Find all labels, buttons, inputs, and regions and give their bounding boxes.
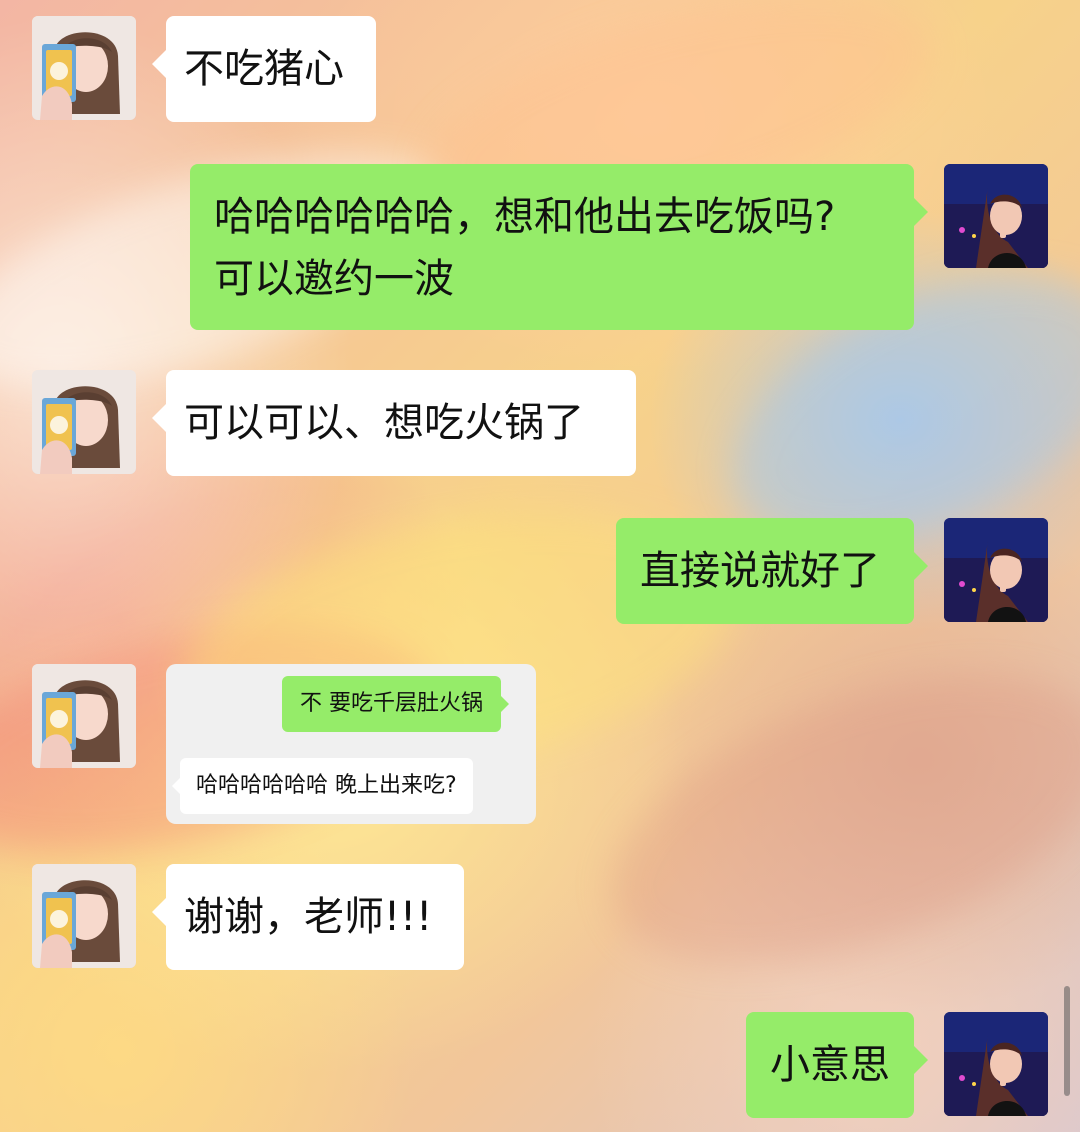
message-text-line-2: 可以邀约一波 xyxy=(214,256,454,302)
self-avatar[interactable] xyxy=(944,164,1048,268)
message-row: 不吃猪心 xyxy=(0,16,1080,124)
woman-avatar-icon xyxy=(944,1012,1048,1116)
girl-avatar-icon xyxy=(32,864,136,968)
self-avatar[interactable] xyxy=(944,518,1048,622)
message-text-line-1: 哈哈哈哈哈哈，想和他出去吃饭吗? xyxy=(214,194,836,240)
message-text: 小意思 xyxy=(770,1042,890,1088)
message-text: 不吃猪心 xyxy=(184,46,344,92)
self-avatar[interactable] xyxy=(944,1012,1048,1116)
incoming-message-bubble[interactable]: 谢谢，老师!!! xyxy=(152,864,464,970)
outgoing-message-bubble[interactable]: 小意思 xyxy=(746,1012,928,1118)
contact-avatar[interactable] xyxy=(32,370,136,474)
embedded-incoming-bubble: 哈哈哈哈哈哈 晚上出来吃? xyxy=(172,758,473,814)
incoming-message-bubble[interactable]: 不吃猪心 xyxy=(152,16,376,122)
message-row: 小意思 xyxy=(0,1012,1080,1118)
contact-avatar[interactable] xyxy=(32,864,136,968)
woman-avatar-icon xyxy=(944,518,1048,622)
contact-avatar[interactable] xyxy=(32,16,136,120)
girl-avatar-icon xyxy=(32,16,136,120)
incoming-message-bubble[interactable]: 可以可以、想吃火锅了 xyxy=(152,370,636,476)
woman-avatar-icon xyxy=(944,164,1048,268)
message-row: 哈哈哈哈哈哈，想和他出去吃饭吗? 可以邀约一波 xyxy=(0,164,1080,330)
message-row: 直接说就好了 xyxy=(0,518,1080,624)
message-text: 谢谢，老师!!! xyxy=(184,894,433,940)
embedded-chat-screenshot[interactable]: 不 要吃千层肚火锅 哈哈哈哈哈哈 晚上出来吃? xyxy=(166,664,536,824)
girl-avatar-icon xyxy=(32,664,136,768)
message-row: 不 要吃千层肚火锅 哈哈哈哈哈哈 晚上出来吃? xyxy=(0,664,1080,824)
contact-avatar[interactable] xyxy=(32,664,136,768)
girl-avatar-icon xyxy=(32,370,136,474)
embedded-outgoing-bubble: 不 要吃千层肚火锅 xyxy=(282,676,509,732)
outgoing-message-bubble[interactable]: 哈哈哈哈哈哈，想和他出去吃饭吗? 可以邀约一波 xyxy=(190,164,928,330)
embedded-outgoing-text: 不 要吃千层肚火锅 xyxy=(300,691,483,716)
scrollbar[interactable] xyxy=(1064,986,1070,1096)
outgoing-message-bubble[interactable]: 直接说就好了 xyxy=(616,518,928,624)
message-text: 直接说就好了 xyxy=(640,548,880,594)
message-row: 谢谢，老师!!! xyxy=(0,864,1080,970)
message-row: 可以可以、想吃火锅了 xyxy=(0,370,1080,476)
embedded-incoming-text: 哈哈哈哈哈哈 晚上出来吃? xyxy=(196,773,457,798)
message-text: 可以可以、想吃火锅了 xyxy=(184,400,584,446)
